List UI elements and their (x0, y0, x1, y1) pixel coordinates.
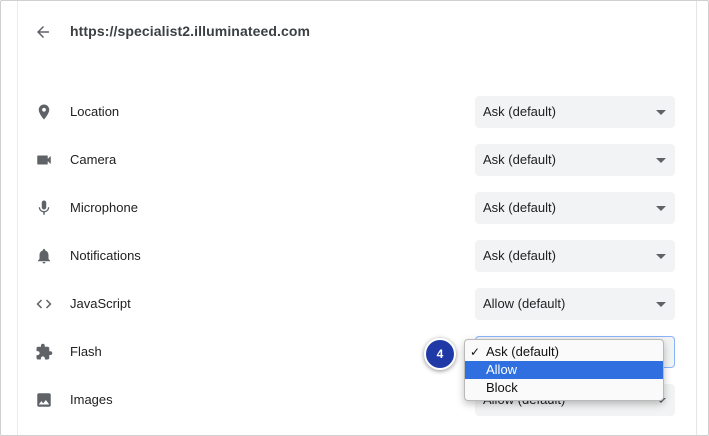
code-brackets-icon (36, 299, 52, 309)
dropdown-option-ask[interactable]: ✓ Ask (default) (465, 343, 663, 361)
permission-label: Camera (70, 152, 117, 167)
select-value: Allow (default) (483, 296, 566, 311)
option-label: Allow (486, 362, 518, 377)
bell-icon (38, 248, 50, 264)
select-value: Ask (default) (483, 104, 556, 119)
caret-down-icon (656, 158, 666, 163)
location-pin-icon (38, 104, 50, 120)
location-permission-select[interactable]: Ask (default) (475, 96, 675, 128)
permission-row-notifications: Notifications Ask (default) (1, 240, 708, 272)
camera-icon (37, 155, 51, 165)
caret-down-icon (656, 302, 666, 307)
permission-row-camera: Camera Ask (default) (1, 144, 708, 176)
window-frame: https://specialist2.illuminateed.com Loc… (0, 0, 709, 436)
permission-row-javascript: JavaScript Allow (default) (1, 288, 708, 320)
permission-label: Location (70, 104, 120, 119)
image-icon (37, 393, 51, 407)
permission-label: Notifications (70, 248, 141, 263)
caret-down-icon (656, 206, 666, 211)
microphone-icon (38, 200, 50, 215)
caret-down-icon (656, 110, 666, 115)
permission-label: Flash (70, 344, 102, 359)
step-callout-badge: 4 (424, 338, 456, 370)
permission-row-location: Location Ask (default) (1, 96, 708, 128)
checkmark-icon: ✓ (470, 345, 481, 359)
option-label: Ask (default) (486, 344, 559, 359)
permission-label: Images (70, 392, 113, 407)
camera-permission-select[interactable]: Ask (default) (475, 144, 675, 176)
back-arrow-icon[interactable] (34, 23, 52, 41)
puzzle-piece-icon (36, 343, 53, 360)
permission-row-microphone: Microphone Ask (default) (1, 192, 708, 224)
dropdown-option-block[interactable]: Block (465, 379, 663, 397)
flash-options-dropdown: ✓ Ask (default) Allow Block (464, 339, 664, 401)
option-label: Block (486, 380, 518, 395)
dropdown-option-allow[interactable]: Allow (465, 361, 663, 379)
javascript-permission-select[interactable]: Allow (default) (475, 288, 675, 320)
select-value: Ask (default) (483, 152, 556, 167)
caret-down-icon (656, 254, 666, 259)
site-url: https://specialist2.illuminateed.com (70, 23, 311, 39)
permission-label: JavaScript (70, 296, 131, 311)
permission-label: Microphone (70, 200, 138, 215)
microphone-permission-select[interactable]: Ask (default) (475, 192, 675, 224)
notifications-permission-select[interactable]: Ask (default) (475, 240, 675, 272)
select-value: Ask (default) (483, 200, 556, 215)
select-value: Ask (default) (483, 248, 556, 263)
